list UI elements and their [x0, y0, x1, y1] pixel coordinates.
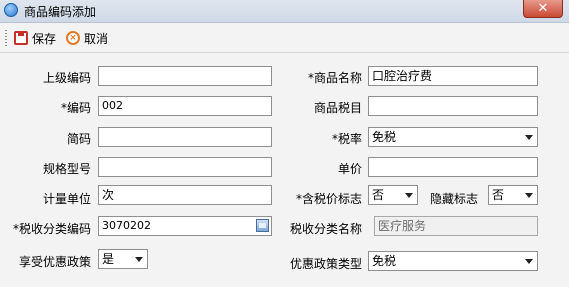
tax-class-code-value: 3070202	[102, 219, 151, 232]
save-label: 保存	[32, 31, 57, 46]
tax-rate-label: *税率	[331, 132, 362, 146]
tax-included-flag-label: *含税价标志	[295, 192, 362, 206]
chevron-down-icon	[405, 193, 413, 198]
cancel-label: 取消	[84, 31, 109, 46]
tax-class-code-label: *税收分类编码	[12, 222, 91, 236]
product-tax-item-input[interactable]	[368, 96, 538, 116]
toolbar-grip-icon	[5, 30, 7, 46]
spec-model-input[interactable]	[98, 157, 272, 177]
spec-model-label: 规格型号	[42, 162, 91, 176]
enjoy-preferential-value: 是	[102, 252, 115, 266]
short-code-input[interactable]	[98, 127, 272, 147]
hidden-flag-value: 否	[492, 188, 505, 202]
short-code-label: 简码	[66, 132, 91, 146]
chevron-down-icon	[135, 257, 143, 262]
unit-label: 计量单位	[42, 192, 91, 206]
window-title: 商品编码添加	[24, 5, 97, 19]
hidden-flag-label: 隐藏标志	[430, 192, 479, 206]
close-button[interactable]: ✕	[523, 0, 563, 18]
close-icon: ✕	[537, 1, 549, 16]
chevron-down-icon	[525, 135, 533, 140]
tax-included-flag-select[interactable]: 否	[368, 185, 418, 205]
enjoy-preferential-label: 享受优惠政策	[18, 255, 91, 269]
preferential-policy-type-value: 免税	[372, 254, 397, 268]
code-input[interactable]: 002	[98, 96, 272, 116]
enjoy-preferential-select[interactable]: 是	[98, 249, 148, 269]
parent-code-label: 上级编码	[42, 71, 91, 85]
preferential-policy-type-select[interactable]: 免税	[368, 251, 538, 271]
tax-rate-select[interactable]: 免税	[368, 127, 538, 147]
tax-rate-value: 免税	[372, 130, 397, 144]
picker-icon[interactable]	[256, 219, 269, 232]
app-icon	[4, 3, 18, 17]
cancel-button[interactable]: × 取消	[66, 28, 108, 48]
chevron-down-icon	[525, 259, 533, 264]
save-icon	[14, 31, 28, 45]
tax-class-name-input: 医疗服务	[374, 216, 538, 236]
tax-class-name-label: 税收分类名称	[289, 222, 362, 236]
save-button[interactable]: 保存	[14, 28, 56, 48]
tax-included-flag-value: 否	[372, 188, 385, 202]
parent-code-input[interactable]	[98, 66, 272, 86]
unit-input[interactable]: 次	[98, 185, 272, 205]
product-tax-item-label: 商品税目	[313, 101, 362, 115]
chevron-down-icon	[525, 193, 533, 198]
tax-class-code-field[interactable]: 3070202	[98, 216, 272, 236]
hidden-flag-select[interactable]: 否	[488, 185, 538, 205]
unit-price-label: 单价	[337, 162, 362, 176]
product-name-label: *商品名称	[307, 71, 362, 85]
product-name-input[interactable]: 口腔治疗费	[368, 66, 538, 86]
preferential-policy-type-label: 优惠政策类型	[289, 257, 362, 271]
unit-price-input[interactable]	[368, 157, 538, 177]
code-label: *编码	[60, 101, 91, 115]
cancel-icon: ×	[66, 31, 80, 45]
